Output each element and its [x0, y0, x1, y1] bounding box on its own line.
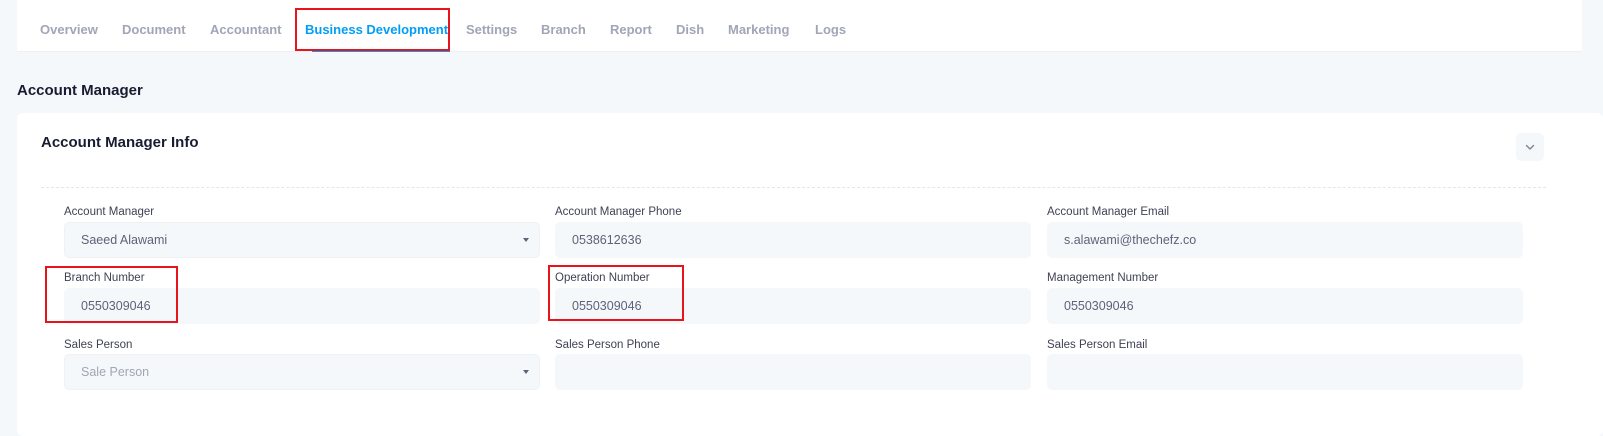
sales-person-email-label: Sales Person Email [1047, 339, 1148, 351]
operation-number-label: Operation Number [555, 272, 650, 284]
card-divider [41, 187, 1546, 188]
tab-bar: Overview Document Accountant Business De… [17, 0, 1582, 52]
account-manager-phone-label: Account Manager Phone [555, 206, 682, 218]
tab-settings[interactable]: Settings [466, 22, 517, 37]
sales-person-select[interactable]: Sale Person [64, 354, 540, 390]
management-number-label: Management Number [1047, 272, 1159, 284]
tab-dish[interactable]: Dish [676, 22, 704, 37]
card-title: Account Manager Info [41, 134, 199, 151]
tab-logs[interactable]: Logs [815, 22, 846, 37]
account-manager-value: Saeed Alawami [81, 233, 168, 247]
management-number-value: 0550309046 [1064, 299, 1134, 313]
tab-overview[interactable]: Overview [40, 22, 98, 37]
operation-number-value: 0550309046 [572, 299, 642, 313]
account-manager-select[interactable]: Saeed Alawami [64, 222, 540, 258]
sales-person-phone-label: Sales Person Phone [555, 339, 660, 351]
sales-person-label: Sales Person [64, 339, 133, 351]
collapse-button[interactable] [1516, 133, 1544, 161]
account-manager-phone-field[interactable]: 0538612636 [555, 222, 1031, 258]
account-manager-info-card: Account Manager Info Account Manager Sae… [17, 113, 1603, 436]
sales-person-email-field[interactable] [1047, 354, 1523, 390]
tab-marketing[interactable]: Marketing [728, 22, 789, 37]
tab-accountant[interactable]: Accountant [210, 22, 282, 37]
chevron-down-icon [1524, 141, 1536, 153]
account-manager-email-label: Account Manager Email [1047, 206, 1170, 218]
branch-number-field[interactable]: 0550309046 [64, 288, 540, 324]
sales-person-placeholder: Sale Person [81, 365, 150, 379]
account-manager-email-value: s.alawami@thechefz.co [1064, 233, 1197, 247]
tab-report[interactable]: Report [610, 22, 652, 37]
tab-document[interactable]: Document [122, 22, 186, 37]
account-manager-phone-value: 0538612636 [572, 233, 642, 247]
active-tab-indicator [312, 50, 450, 52]
section-title: Account Manager [17, 82, 143, 99]
tab-business-development[interactable]: Business Development [305, 22, 448, 37]
caret-down-icon [523, 238, 529, 242]
branch-number-value: 0550309046 [81, 299, 151, 313]
account-manager-label: Account Manager [64, 206, 155, 218]
sales-person-phone-field[interactable] [555, 354, 1031, 390]
branch-number-label: Branch Number [64, 272, 145, 284]
operation-number-field[interactable]: 0550309046 [555, 288, 1031, 324]
caret-down-icon [523, 370, 529, 374]
management-number-field[interactable]: 0550309046 [1047, 288, 1523, 324]
account-manager-email-field[interactable]: s.alawami@thechefz.co [1047, 222, 1523, 258]
tab-branch[interactable]: Branch [541, 22, 586, 37]
